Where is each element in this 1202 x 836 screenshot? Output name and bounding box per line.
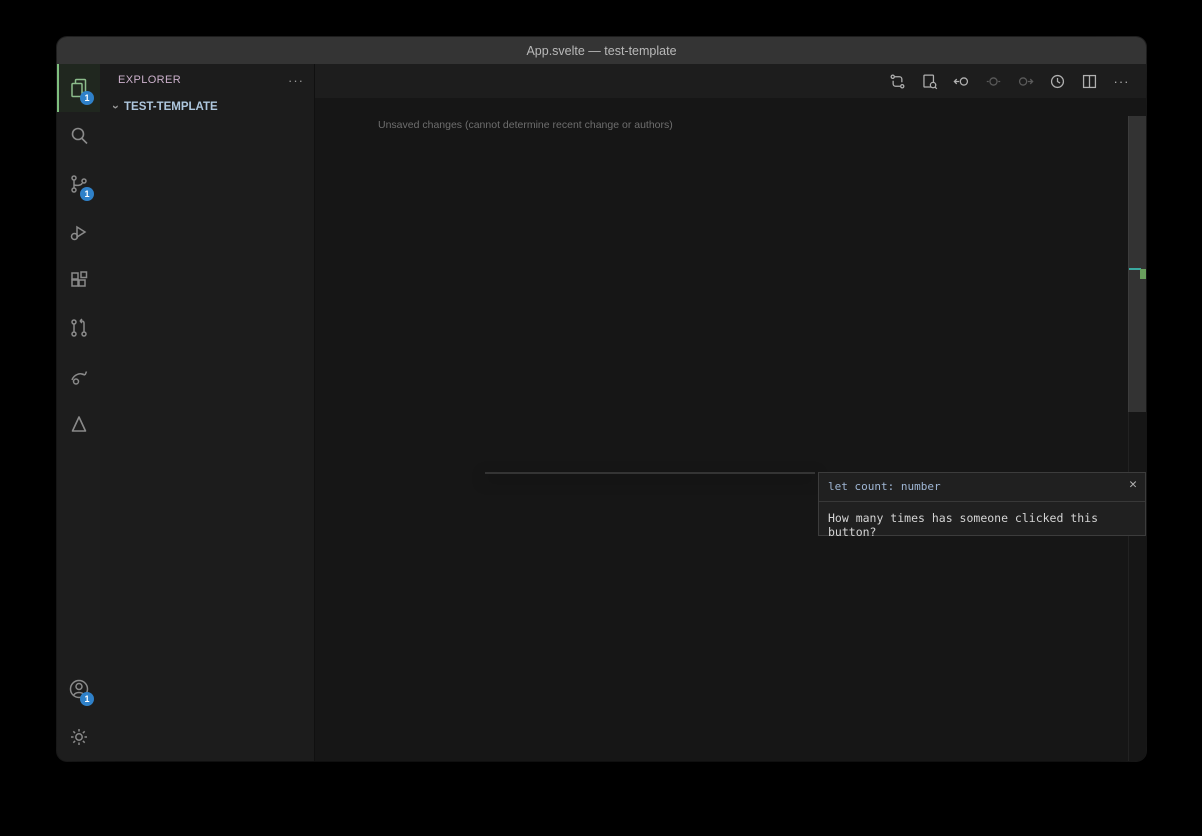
titlebar: App.svelte — test-template [57, 37, 1146, 64]
previous-change-icon[interactable] [951, 71, 972, 92]
vscode-window: App.svelte — test-template 1 [57, 37, 1146, 761]
next-change-icon[interactable] [1015, 71, 1036, 92]
close-icon[interactable]: ✕ [1129, 477, 1137, 492]
live-share-icon [67, 364, 91, 388]
more-actions-icon[interactable]: ··· [1111, 71, 1132, 92]
sidebar-item-azure[interactable] [57, 400, 100, 448]
file-history-icon[interactable] [1047, 71, 1068, 92]
sidebar-item-pull-requests[interactable] [57, 304, 100, 352]
suggest-widget [485, 472, 815, 474]
search-icon [67, 124, 91, 148]
chevron-down-icon: › [109, 99, 123, 115]
code-editor[interactable]: Unsaved changes (cannot determine recent… [315, 116, 1146, 761]
root-folder-label: TEST-TEMPLATE [124, 101, 314, 113]
breadcrumbs [315, 98, 1146, 116]
accounts-badge: 1 [80, 692, 94, 706]
pull-request-icon [67, 316, 91, 340]
suggestion-signature: let count: number [819, 473, 1145, 493]
accounts-button[interactable]: 1 [57, 665, 100, 713]
suggest-details-panel: ✕ let count: number How many times has s… [818, 472, 1146, 536]
tree-root-test-template[interactable]: › TEST-TEMPLATE [100, 96, 314, 118]
blame-annotation: Unsaved changes (cannot determine recent… [378, 119, 673, 131]
sidebar-item-run-debug[interactable] [57, 208, 100, 256]
extensions-icon [67, 268, 91, 292]
editor-group: ··· Unsaved changes (cannot determine re… [315, 64, 1146, 761]
open-changes-icon[interactable] [919, 71, 940, 92]
explorer-more-actions-icon[interactable]: ··· [288, 73, 304, 88]
explorer-badge: 1 [80, 91, 94, 105]
editor-actions: ··· [873, 64, 1146, 98]
sidebar-item-source-control[interactable]: 1 [57, 160, 100, 208]
tab-bar: ··· [315, 64, 1146, 98]
compare-changes-icon[interactable] [887, 71, 908, 92]
suggestion-documentation: How many times has someone clicked this … [819, 502, 1145, 539]
current-change-icon[interactable] [983, 71, 1004, 92]
sidebar-item-extensions[interactable] [57, 256, 100, 304]
sidebar-explorer: EXPLORER ··· › TEST-TEMPLATE [100, 64, 315, 761]
activity-bar: 1 1 [57, 64, 100, 761]
gear-icon [67, 725, 91, 749]
source-control-badge: 1 [80, 187, 94, 201]
scrollbar-thumb[interactable] [1128, 116, 1146, 412]
split-editor-icon[interactable] [1079, 71, 1100, 92]
sidebar-item-search[interactable] [57, 112, 100, 160]
sidebar-item-explorer[interactable]: 1 [57, 64, 100, 112]
overview-modified-marker [1140, 269, 1146, 279]
run-debug-icon [67, 220, 91, 244]
scrollbar-track[interactable] [1128, 116, 1146, 761]
azure-icon [67, 412, 91, 436]
window-title: App.svelte — test-template [57, 44, 1146, 58]
explorer-header-label: EXPLORER [118, 74, 288, 86]
sidebar-item-live-share[interactable] [57, 352, 100, 400]
settings-button[interactable] [57, 713, 100, 761]
